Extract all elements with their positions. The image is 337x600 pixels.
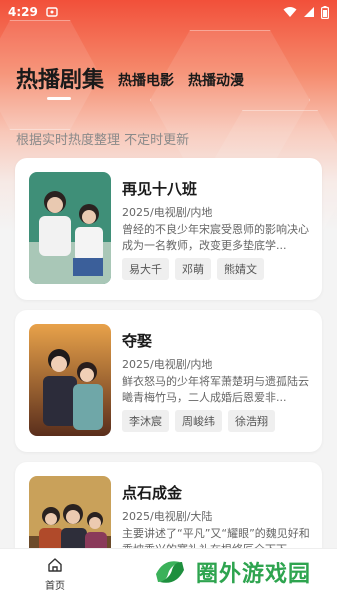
cast-tag[interactable]: 易大千 bbox=[122, 258, 169, 280]
home-icon bbox=[48, 558, 62, 572]
wifi-icon bbox=[283, 7, 297, 17]
cast-tag[interactable]: 周峻纬 bbox=[175, 410, 222, 432]
cast-tag[interactable]: 邓萌 bbox=[175, 258, 211, 280]
cast-tag[interactable]: 熊婧文 bbox=[217, 258, 264, 280]
tab-movies[interactable]: 热播电影 bbox=[118, 70, 174, 90]
drama-title: 夺娶 bbox=[122, 332, 153, 350]
drama-meta: 2025/电视剧/内地 bbox=[122, 206, 213, 219]
signal-icon bbox=[304, 7, 314, 17]
poster-image bbox=[29, 324, 111, 436]
cast-tag[interactable]: 李沐宸 bbox=[122, 410, 169, 432]
drama-meta: 2025/电视剧/大陆 bbox=[122, 510, 213, 523]
drama-card[interactable]: 再见十八班 2025/电视剧/内地 曾经的不良少年宋宸受恩师的影响决心成为一名教… bbox=[15, 158, 322, 300]
watermark-logo-icon bbox=[152, 554, 188, 590]
battery-icon bbox=[321, 5, 329, 19]
notification-icon bbox=[46, 7, 58, 17]
poster-image bbox=[29, 172, 111, 284]
status-bar: 4:29 bbox=[0, 0, 337, 24]
category-tabs: 热播剧集 热播电影 热播动漫 bbox=[16, 62, 244, 94]
nav-home-button[interactable]: 首页 bbox=[40, 557, 70, 592]
watermark: 圈外游戏园 bbox=[150, 552, 311, 592]
active-tab-indicator bbox=[47, 97, 71, 100]
drama-title: 再见十八班 bbox=[122, 180, 198, 198]
drama-meta: 2025/电视剧/内地 bbox=[122, 358, 213, 371]
cast-tags: 易大千 邓萌 熊婧文 bbox=[122, 258, 264, 280]
drama-title: 点石成金 bbox=[122, 484, 183, 502]
nav-home-label: 首页 bbox=[45, 581, 65, 592]
cast-tags: 李沐宸 周峻纬 徐浩翔 bbox=[122, 410, 275, 432]
drama-description: 鲜衣怒马的少年将军萧楚玥与遗孤陆云曦青梅竹马，二人成婚后恩爱非... bbox=[122, 375, 309, 404]
cast-tag[interactable]: 徐浩翔 bbox=[228, 410, 275, 432]
drama-card[interactable]: 夺娶 2025/电视剧/内地 鲜衣怒马的少年将军萧楚玥与遗孤陆云曦青梅竹马，二人… bbox=[15, 310, 322, 452]
tab-anime[interactable]: 热播动漫 bbox=[188, 70, 244, 90]
list-subtitle: 根据实时热度整理 不定时更新 bbox=[16, 133, 190, 148]
status-time: 4:29 bbox=[8, 5, 38, 19]
watermark-text: 圈外游戏园 bbox=[196, 562, 312, 587]
drama-description: 曾经的不良少年宋宸受恩师的影响决心成为一名教师，改变更多垫底学... bbox=[122, 223, 309, 252]
tab-tv-series[interactable]: 热播剧集 bbox=[16, 62, 104, 94]
